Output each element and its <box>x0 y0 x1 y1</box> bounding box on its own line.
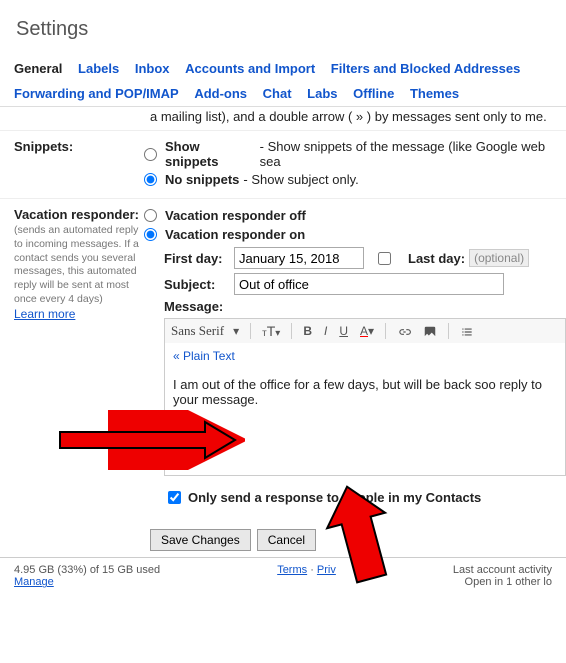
contacts-only-label: Only send a response to people in my Con… <box>188 490 481 505</box>
tab-labels[interactable]: Labels <box>78 61 119 76</box>
previous-setting-fragment: a mailing list), and a double arrow ( » … <box>0 107 566 130</box>
tab-forwarding[interactable]: Forwarding and POP/IMAP <box>14 86 179 101</box>
manage-link[interactable]: Manage <box>14 576 54 588</box>
last-day-checkbox[interactable] <box>378 252 391 265</box>
first-day-label: First day: <box>164 251 234 266</box>
snippets-label: Snippets: <box>14 139 144 190</box>
tab-general[interactable]: General <box>14 61 62 76</box>
vacation-on-label: Vacation responder on <box>165 227 305 242</box>
save-button[interactable]: Save Changes <box>150 529 251 551</box>
subject-input[interactable] <box>234 273 504 295</box>
contacts-only-checkbox[interactable] <box>168 491 181 504</box>
show-snippets-desc: - Show snippets of the message (like Goo… <box>260 139 566 169</box>
no-snippets-radio[interactable] <box>144 173 157 186</box>
tab-addons[interactable]: Add-ons <box>194 86 247 101</box>
vacation-on-radio[interactable] <box>144 228 157 241</box>
underline-icon[interactable]: U <box>336 324 351 338</box>
bold-icon[interactable]: B <box>300 324 315 338</box>
tab-themes[interactable]: Themes <box>410 86 459 101</box>
cancel-button[interactable]: Cancel <box>257 529 316 551</box>
vacation-section: Vacation responder: (sends an automated … <box>0 199 566 523</box>
tab-accounts[interactable]: Accounts and Import <box>185 61 315 76</box>
list-icon[interactable] <box>457 324 477 339</box>
font-family-selector[interactable]: Sans Serif <box>171 323 224 339</box>
activity-text-2: Open in 1 other lo <box>465 576 552 588</box>
message-label: Message: <box>164 299 234 314</box>
italic-icon[interactable]: I <box>321 324 330 338</box>
vacation-off-label: Vacation responder off <box>165 208 306 223</box>
tab-chat[interactable]: Chat <box>263 86 292 101</box>
link-icon[interactable] <box>394 324 414 339</box>
tab-filters[interactable]: Filters and Blocked Addresses <box>331 61 521 76</box>
activity-text-1: Last account activity <box>453 564 552 576</box>
plain-text-link[interactable]: « Plain Text <box>173 349 235 363</box>
last-day-label: Last day: <box>408 251 465 266</box>
no-snippets-desc: - Show subject only. <box>243 172 358 187</box>
snippets-section: Snippets: Show snippets - Show snippets … <box>0 130 566 199</box>
footer: 4.95 GB (33%) of 15 GB used Manage Terms… <box>0 557 566 608</box>
vacation-label: Vacation responder: <box>14 207 144 222</box>
last-day-placeholder: (optional) <box>469 249 529 267</box>
subject-label: Subject: <box>164 277 234 292</box>
no-snippets-label: No snippets <box>165 172 239 187</box>
image-icon[interactable] <box>420 324 440 339</box>
storage-text: 4.95 GB (33%) of 15 GB used <box>14 564 160 576</box>
show-snippets-label: Show snippets <box>165 139 256 169</box>
vacation-sublabel: (sends an automated reply to incoming me… <box>14 224 144 306</box>
show-snippets-radio[interactable] <box>144 148 157 161</box>
vacation-off-radio[interactable] <box>144 209 157 222</box>
settings-tabs: General Labels Inbox Accounts and Import… <box>0 57 566 107</box>
tab-labs[interactable]: Labs <box>307 86 337 101</box>
editor-toolbar: Sans Serif ▾ тT▾ B I U A▾ <box>164 318 566 343</box>
tab-offline[interactable]: Offline <box>353 86 394 101</box>
privacy-link[interactable]: Priv <box>317 564 336 576</box>
tab-inbox[interactable]: Inbox <box>135 61 170 76</box>
terms-link[interactable]: Terms <box>277 564 307 576</box>
first-day-input[interactable] <box>234 247 364 269</box>
chevron-down-icon[interactable]: ▾ <box>230 324 242 338</box>
page-title: Settings <box>16 18 566 41</box>
text-color-icon[interactable]: A▾ <box>357 324 377 338</box>
font-size-icon[interactable]: тT▾ <box>259 323 283 339</box>
learn-more-link[interactable]: Learn more <box>14 307 75 321</box>
message-body[interactable]: I am out of the office for a few days, b… <box>164 369 566 476</box>
